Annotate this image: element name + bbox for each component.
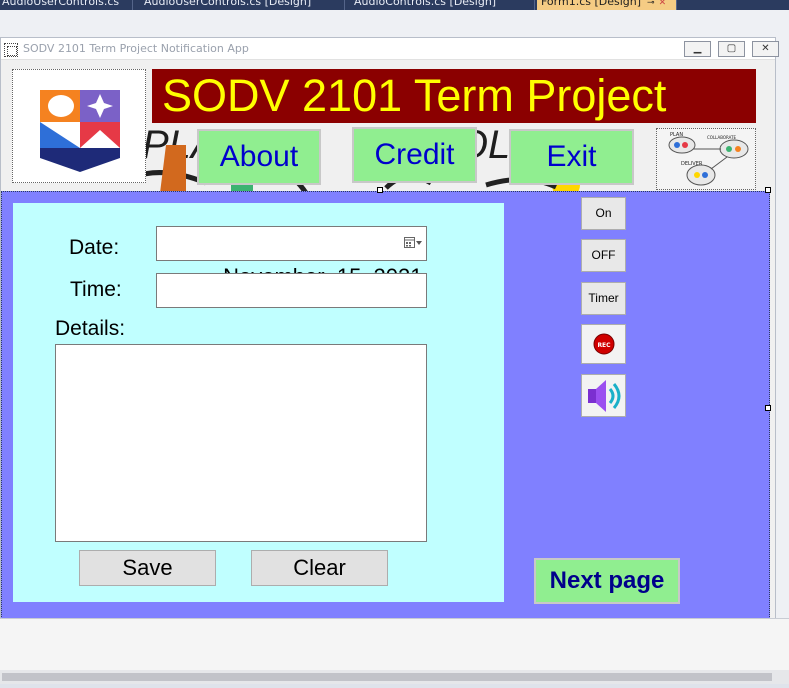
designer-surface: SODV 2101 Term Project Notification App … [0,10,789,678]
workflow-diagram-image: PLAN COLLABORATE DELIVER [668,132,749,186]
record-icon: REC [593,333,615,355]
clear-button[interactable]: Clear [251,550,388,586]
tab-audio-user-controls-code[interactable]: AudioUserControls.cs [0,0,133,10]
tab-label: AudioUserControls.cs [Design] [144,0,312,8]
selection-handle[interactable] [765,187,771,193]
about-button[interactable]: About [197,129,321,185]
calendar-dropdown-icon[interactable] [404,236,422,250]
tab-audio-user-controls-design[interactable]: AudioUserControls.cs [Design] [140,0,345,10]
plan-collaborate-deliver-picture: PLAN COLLABORATE DELIVER [656,128,756,190]
close-button[interactable]: ✕ [752,41,779,57]
exit-button[interactable]: Exit [509,129,634,185]
credit-button[interactable]: Credit [352,127,477,183]
tab-label: AudioControls.cs [Design] [354,0,497,8]
horizontal-scrollbar[interactable] [0,670,789,684]
details-textarea[interactable] [55,344,427,542]
minimize-button[interactable]: ▁ [684,41,711,57]
project-title-banner: SODV 2101 Term Project [152,69,756,123]
crest-logo [40,90,120,172]
speaker-button[interactable] [581,374,626,417]
selection-handle[interactable] [377,187,383,193]
tab-label: Form1.cs [Design] [541,0,642,8]
pin-icon[interactable]: ⊸ [647,0,655,8]
collaborate-label: COLLABORATE [707,135,737,140]
component-tray [0,618,789,670]
tab-label: AudioUserControls.cs [2,0,120,8]
tab-form1-design[interactable]: Form1.cs [Design] ⊸ ✕ [537,0,677,10]
record-button[interactable]: REC [581,324,626,364]
main-panel: Date: November 15, 2021 Time: D [1,191,770,625]
scrollbar-thumb[interactable] [2,673,772,681]
details-label: Details: [55,317,126,340]
off-button[interactable]: OFF [581,239,626,272]
timer-button[interactable]: Timer [581,282,626,315]
tab-audio-controls-design[interactable]: AudioControls.cs [Design] [350,0,535,10]
selection-handle[interactable] [765,405,771,411]
maximize-button[interactable]: ▢ [718,41,745,57]
notification-entry-panel: Date: November 15, 2021 Time: D [13,203,504,602]
speaker-icon [588,380,621,412]
window-title: SODV 2101 Term Project Notification App [23,42,249,55]
logo-picturebox [12,69,146,183]
app-icon [4,43,18,57]
next-page-button[interactable]: Next page [534,558,680,604]
vs-document-tabs: AudioUserControls.cs AudioUserControls.c… [0,0,789,10]
date-label: Date: [69,236,120,259]
time-input[interactable] [156,273,427,308]
deliver-label: DELIVER [681,161,703,167]
time-label: Time: [70,278,122,301]
plan-label: PLAN [670,132,683,138]
form-window: SODV 2101 Term Project Notification App … [0,37,779,637]
save-button[interactable]: Save [79,550,216,586]
form-titlebar: SODV 2101 Term Project Notification App … [1,38,779,60]
close-icon[interactable]: ✕ [659,0,667,8]
rec-text: REC [597,342,611,349]
on-button[interactable]: On [581,197,626,230]
date-picker[interactable]: November 15, 2021 [156,226,427,289]
